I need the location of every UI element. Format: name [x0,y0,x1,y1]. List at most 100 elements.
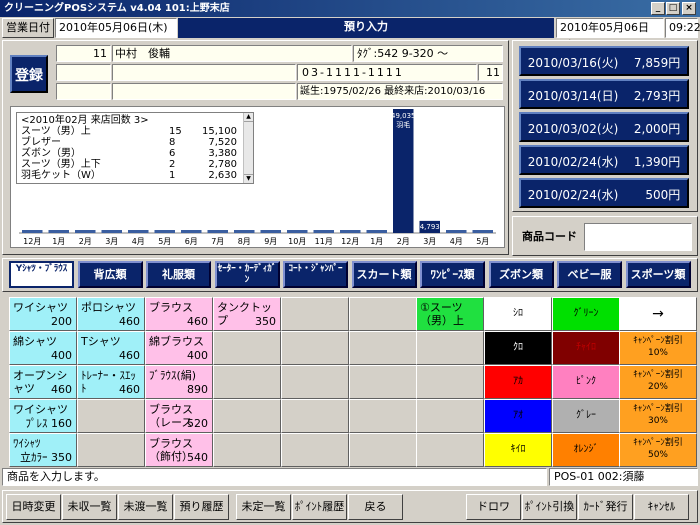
product-price: 400 [51,349,72,362]
product-code-input[interactable] [584,223,692,251]
address-field-2[interactable] [112,64,296,81]
campaign-discount-button[interactable]: ｷｬﾝﾍﾟｰﾝ割引 30% [619,399,697,433]
empty-product-slot[interactable] [213,399,281,433]
empty-product-slot[interactable] [349,297,417,331]
color-button[interactable]: ﾋﾟﾝｸ [552,365,620,399]
chart-tick-label: 3月 [423,237,436,246]
visit-amount: 7,520 [208,137,237,148]
maximize-button[interactable]: □ [666,2,680,15]
empty-product-slot[interactable] [213,331,281,365]
campaign-discount-button[interactable]: ｷｬﾝﾍﾟｰﾝ割引 20% [619,365,697,399]
register-button[interactable]: 登録 [10,55,48,93]
visit-scrollbar[interactable]: ▲ ▼ [243,113,253,183]
history-entry-button[interactable]: 2010/03/16(火) 7,859円 [519,46,689,76]
chart-tick-label: 3月 [105,237,118,246]
category-tab[interactable]: スカート類 [351,261,417,288]
product-button[interactable]: ブラウス（飾付） 540 [145,433,213,467]
screen-title: 預り入力 [178,18,554,38]
minimize-button[interactable]: _ [651,2,665,15]
campaign-discount-button[interactable]: ｷｬﾝﾍﾟｰﾝ割引 10% [619,331,697,365]
empty-product-slot[interactable] [349,365,417,399]
product-price: 540 [187,451,208,464]
category-tab[interactable]: ズボン類 [488,261,554,288]
product-button[interactable]: 綿ブラウス 400 [145,331,213,365]
category-tab[interactable]: 礼服類 [146,261,211,288]
selected-item-button[interactable]: ①スーツ（男）上 [416,297,484,331]
product-button[interactable]: タンクトップ 350 [213,297,281,331]
empty-product-slot[interactable] [416,365,484,399]
product-button[interactable]: Tシャツ 460 [77,331,145,365]
product-button[interactable]: ポロシャツ 460 [77,297,145,331]
bottom-action-button[interactable]: ドロワ [466,494,521,520]
note-field-1[interactable] [56,83,111,100]
color-button[interactable]: ｷｲﾛ [484,433,552,467]
category-tab[interactable]: Yｼｬﾂ・ﾌﾞﾗｳｽ [9,261,74,288]
empty-product-slot[interactable] [281,433,349,467]
chart-tick-label: 8月 [238,237,251,246]
empty-product-slot[interactable] [416,331,484,365]
empty-product-slot[interactable] [416,399,484,433]
color-button[interactable]: ﾁｬｲﾛ [552,331,620,365]
visit-summary-rows: スーツ（男）上 15 15,100 ブレザー 8 7,520 ズボン（男） 6 3,380 スーツ… [21,126,249,181]
selected-item-label: ①スーツ（男）上 [420,301,464,327]
history-amount: 7,859円 [633,56,681,70]
empty-product-slot[interactable] [77,433,145,467]
product-label: ワイシャツ [13,301,68,314]
empty-product-slot[interactable] [281,365,349,399]
product-button[interactable]: ﾌﾞﾗｳｽ(絹) 890 [145,365,213,399]
product-button[interactable]: ワイシャツ ﾌﾟﾚｽ 160 [9,399,77,433]
close-button[interactable]: × [682,2,696,15]
bottom-action-button[interactable]: 未定一覧 [236,494,291,520]
history-entry-button[interactable]: 2010/03/14(日) 2,793円 [519,79,689,109]
empty-product-slot[interactable] [349,331,417,365]
scroll-down-icon[interactable]: ▼ [244,174,253,183]
empty-product-slot[interactable] [281,297,349,331]
product-button[interactable]: ブラウス 460 [145,297,213,331]
empty-product-slot[interactable] [77,399,145,433]
product-button[interactable]: ブラウス（レース 520 [145,399,213,433]
empty-product-slot[interactable] [213,433,281,467]
next-arrow-button[interactable]: → [619,297,697,331]
color-button[interactable]: ｱｵ [484,399,552,433]
empty-product-slot[interactable] [349,433,417,467]
color-button[interactable]: ｼﾛ [484,297,552,331]
color-button[interactable]: ｸﾞﾘｰﾝ [552,297,620,331]
note-field-2[interactable] [112,83,296,100]
color-button[interactable]: ｱｶ [484,365,552,399]
category-tab[interactable]: スポーツ類 [625,261,691,288]
chart-bar [234,230,255,233]
category-tab[interactable]: ｾｰﾀｰ・ｶｰﾃﾞｨｶﾞﾝ [214,261,280,288]
scroll-up-icon[interactable]: ▲ [244,113,253,122]
category-tab[interactable]: ベビー服 [557,261,622,288]
color-button[interactable]: ｸﾛ [484,331,552,365]
empty-product-slot[interactable] [281,399,349,433]
history-entry-button[interactable]: 2010/02/24(水) 500円 [519,178,689,208]
category-tab[interactable]: 背広類 [77,261,143,288]
category-tab[interactable]: ｺｰﾄ・ｼﾞｬﾝﾊﾟｰ [283,261,348,288]
history-entry-button[interactable]: 2010/03/02(火) 2,000円 [519,112,689,142]
bottom-action-button[interactable]: ﾎﾟｲﾝﾄ引換 [522,494,577,520]
product-button[interactable]: 綿シャツ 400 [9,331,77,365]
product-button[interactable]: ﾄﾚｰﾅｰ・ｽｴｯﾄ 460 [77,365,145,399]
bottom-action-button[interactable]: 日時変更 [6,494,61,520]
campaign-discount-button[interactable]: ｷｬﾝﾍﾟｰﾝ割引 50% [619,433,697,467]
bottom-action-button[interactable]: 預り履歴 [174,494,229,520]
product-button[interactable]: オープンシャツ 460 [9,365,77,399]
bottom-action-button[interactable]: ｷｬﾝｾﾙ [634,494,689,520]
empty-product-slot[interactable] [416,433,484,467]
category-tab[interactable]: ﾜﾝﾋﾟｰｽ類 [420,261,485,288]
bottom-action-button[interactable]: 未収一覧 [62,494,117,520]
empty-product-slot[interactable] [213,365,281,399]
bottom-action-button[interactable]: 戻る [348,494,403,520]
color-button[interactable]: ｸﾞﾚｰ [552,399,620,433]
empty-product-slot[interactable] [349,399,417,433]
product-button[interactable]: ワイシャツ 200 [9,297,77,331]
empty-product-slot[interactable] [281,331,349,365]
bottom-action-button[interactable]: ﾎﾟｲﾝﾄ履歴 [292,494,347,520]
bottom-action-button[interactable]: 未渡一覧 [118,494,173,520]
color-button[interactable]: ｵﾚﾝｼﾞ [552,433,620,467]
address-field-1[interactable] [56,64,111,81]
history-entry-button[interactable]: 2010/02/24(水) 1,390円 [519,145,689,175]
bottom-action-button[interactable]: ｶｰﾄﾞ発行 [578,494,633,520]
product-button[interactable]: ﾜｲｼｬﾂ 立ｶﾗｰ 350 [9,433,77,467]
